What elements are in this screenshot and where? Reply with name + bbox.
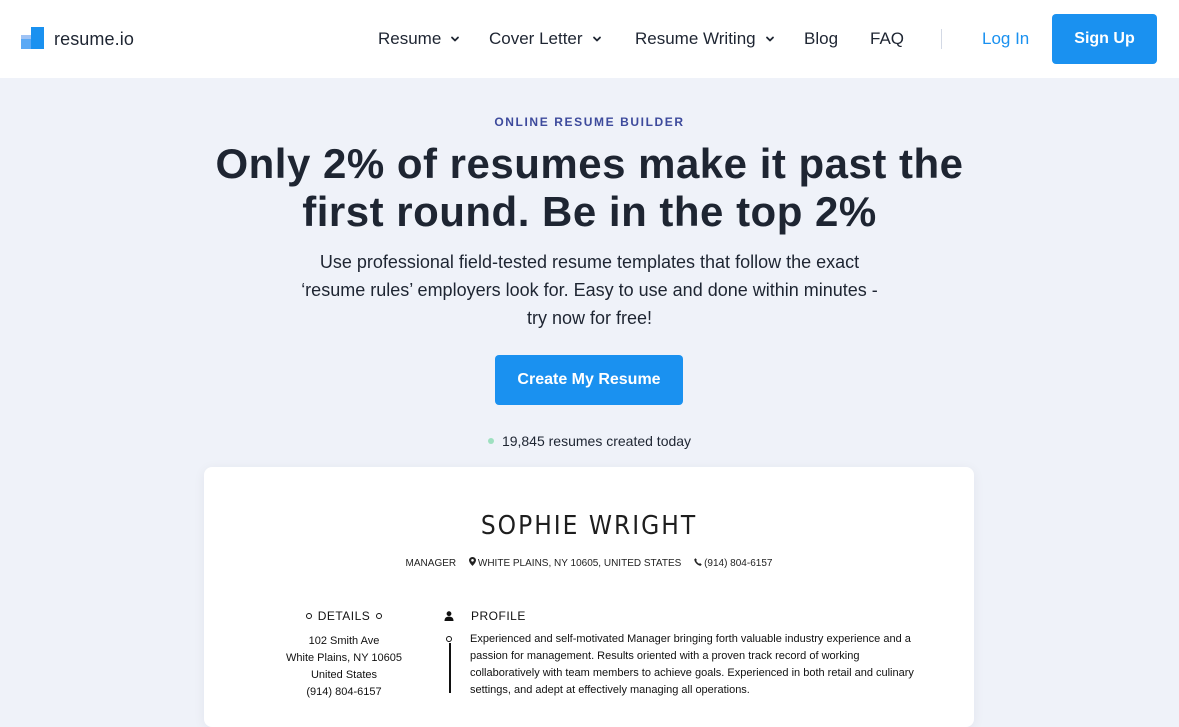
nav-item-label: Resume Writing [635, 29, 756, 48]
nav-divider [941, 29, 942, 49]
nav-item-blog[interactable]: Blog [804, 29, 838, 49]
bullet-ring-icon [376, 612, 383, 619]
nav-item-label: Cover Letter [489, 29, 583, 48]
counter-text: 19,845 resumes created today [501, 433, 692, 449]
resume-meta-line: MANAGER WHITE PLAINS, NY 10605, UNITED S… [204, 557, 974, 569]
hero-eyebrow: ONLINE RESUME BUILDER [494, 115, 685, 129]
details-line: (914) 804-6157 [306, 686, 382, 698]
hero-subtitle: Use professional field-tested resume tem… [301, 252, 878, 328]
bullet-ring-icon [305, 612, 312, 619]
person-icon [444, 611, 454, 621]
timeline-dot [446, 636, 452, 642]
status-dot-icon [487, 438, 494, 445]
profile-heading: PROFILE [444, 609, 526, 623]
nav-item-faq[interactable]: FAQ [870, 29, 904, 49]
login-link[interactable]: Log In [982, 29, 1029, 49]
details-heading-label: DETAILS [317, 609, 371, 623]
profile-heading-label: PROFILE [471, 609, 526, 623]
chevron-down-icon [765, 36, 774, 42]
details-block: 102 Smith Ave White Plains, NY 10605 Uni… [264, 633, 424, 701]
brand-name: resume.io [54, 28, 134, 49]
details-heading: DETAILS [284, 609, 404, 623]
resume-phone: (914) 804-6157 [704, 558, 773, 569]
timeline-line [449, 643, 451, 693]
nav-item-label: FAQ [870, 29, 905, 48]
phone-icon [694, 558, 702, 566]
nav-item-resume-writing[interactable]: Resume Writing [635, 29, 775, 49]
details-line: White Plains, NY 10605 [286, 652, 402, 664]
chevron-down-icon [451, 36, 460, 42]
signup-button[interactable]: Sign Up [1052, 14, 1157, 64]
profile-text: Experienced and self-motivated Manager b… [470, 633, 914, 696]
chevron-down-icon [592, 36, 601, 42]
resume-io-logo-icon [21, 27, 45, 51]
location-pin-icon [468, 557, 476, 566]
nav-item-label: Resume [378, 29, 442, 48]
brand-logo-link[interactable]: resume.io [21, 27, 134, 51]
nav-item-label: Blog [804, 29, 839, 48]
resume-job-title: MANAGER [405, 558, 457, 569]
resumes-created-counter: 19,845 resumes created today [0, 433, 1179, 449]
nav-item-cover-letter[interactable]: Cover Letter [489, 29, 602, 49]
resume-location: WHITE PLAINS, NY 10605, UNITED STATES [477, 558, 682, 569]
top-navigation-bar: resume.io Resume Cover Letter Resume Wri… [0, 0, 1179, 78]
resume-name: SOPHIE WRIGHT [480, 511, 698, 541]
create-resume-button[interactable]: Create My Resume [495, 355, 683, 405]
details-line: United States [310, 669, 378, 681]
nav-item-resume[interactable]: Resume [378, 29, 460, 49]
resume-preview-card: SOPHIE WRIGHT MANAGER WHITE PLAINS, NY 1… [204, 467, 974, 727]
hero-headline: Only 2% of resumes make it past the firs… [215, 140, 964, 235]
details-line: 102 Smith Ave [308, 635, 380, 647]
